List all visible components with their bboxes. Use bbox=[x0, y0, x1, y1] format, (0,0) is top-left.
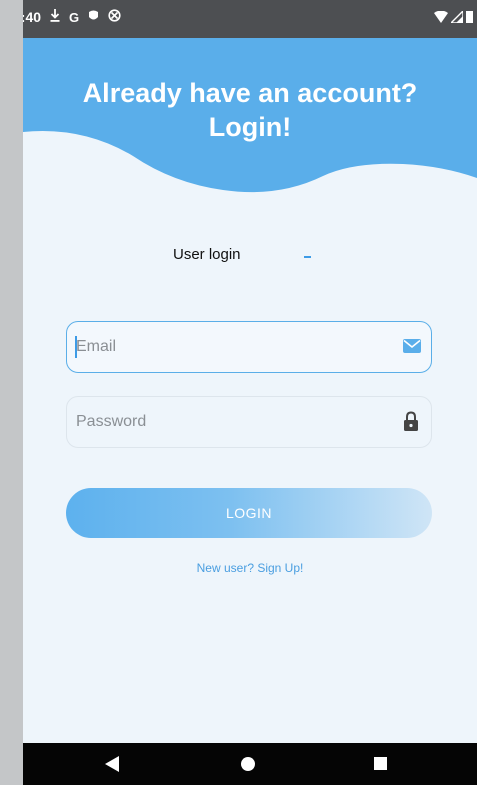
lock-icon bbox=[403, 411, 419, 436]
password-field[interactable] bbox=[66, 396, 432, 448]
shield-icon bbox=[88, 9, 99, 25]
google-icon: G bbox=[69, 9, 80, 25]
screenshot-margin bbox=[0, 0, 23, 785]
home-icon[interactable] bbox=[241, 757, 255, 776]
wifi-icon bbox=[434, 10, 448, 26]
navigation-bar bbox=[23, 743, 477, 785]
login-tabs: User login bbox=[23, 246, 477, 270]
signup-link[interactable]: New user? Sign Up! bbox=[23, 561, 477, 575]
email-input[interactable] bbox=[76, 334, 376, 360]
blocked-icon bbox=[108, 9, 121, 25]
status-bar: 3:40 G bbox=[23, 0, 477, 38]
status-left-group: 3:40 G bbox=[23, 9, 121, 25]
password-input[interactable] bbox=[76, 409, 376, 435]
battery-icon bbox=[466, 10, 473, 26]
status-time: 3:40 bbox=[23, 9, 42, 25]
signal-icon bbox=[449, 9, 464, 26]
page-title: Already have an account? Login! bbox=[23, 76, 477, 144]
login-button[interactable]: LOGIN bbox=[66, 488, 432, 538]
download-icon bbox=[50, 9, 60, 25]
tab-user-login[interactable]: User login bbox=[173, 246, 241, 263]
mail-icon bbox=[403, 339, 421, 358]
email-field[interactable] bbox=[66, 321, 432, 373]
title-line-1: Already have an account? bbox=[82, 78, 418, 108]
title-line-2: Login! bbox=[208, 112, 292, 142]
status-right-group bbox=[434, 9, 473, 26]
tab-indicator bbox=[304, 256, 311, 258]
recents-icon[interactable] bbox=[374, 757, 387, 775]
phone-screen: 3:40 G Already hav bbox=[23, 0, 477, 785]
back-icon[interactable] bbox=[105, 756, 119, 777]
